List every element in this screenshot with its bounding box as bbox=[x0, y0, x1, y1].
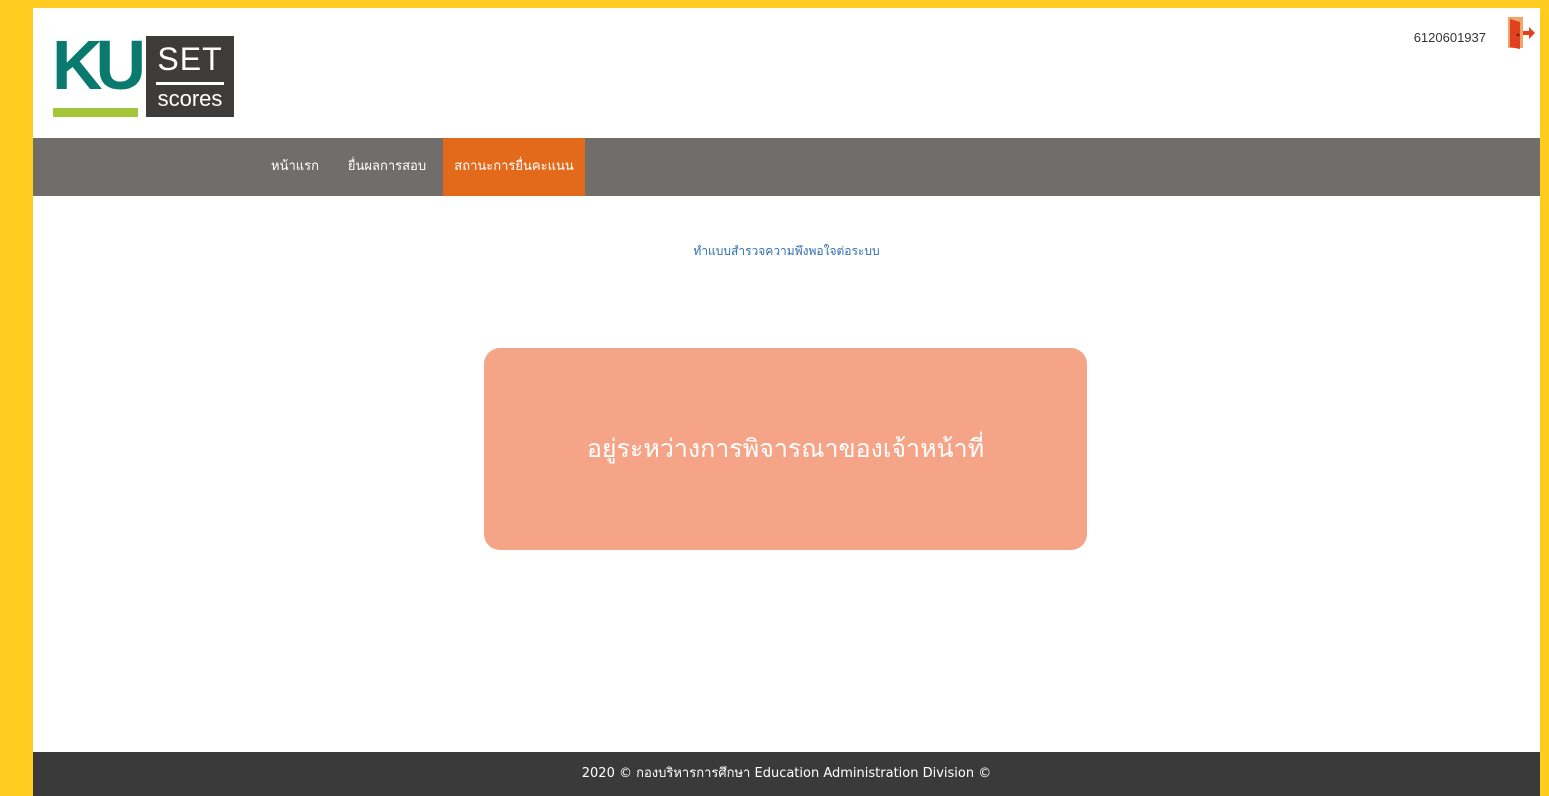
status-card: อยู่ระหว่างการพิจารณาของเจ้าหน้าที่ bbox=[484, 348, 1087, 550]
footer-copyright: 2020 © กองบริหารการศึกษา Education Admin… bbox=[581, 766, 992, 781]
footer: 2020 © กองบริหารการศึกษา Education Admin… bbox=[33, 752, 1540, 796]
status-text: อยู่ระหว่างการพิจารณาของเจ้าหน้าที่ bbox=[586, 434, 985, 463]
main-nav: หน้าแรก ยื่นผลการสอบ สถานะการยื่นคะแนน bbox=[33, 138, 1540, 196]
nav-item-home[interactable]: หน้าแรก bbox=[259, 138, 331, 196]
logo-underline bbox=[53, 108, 138, 117]
logo-ku-text: KU bbox=[52, 26, 146, 104]
logout-door-icon[interactable] bbox=[1506, 16, 1536, 50]
logo-divider bbox=[156, 82, 224, 85]
satisfaction-survey-link[interactable]: ทำแบบสำรวจความพึงพอใจต่อระบบ bbox=[33, 242, 1540, 261]
user-id: 6120601937 bbox=[1413, 30, 1486, 45]
nav-item-submission-status[interactable]: สถานะการยื่นคะแนน bbox=[443, 138, 585, 196]
logo-set-text: SET bbox=[157, 41, 223, 77]
nav-item-submit-score[interactable]: ยื่นผลการสอบ bbox=[337, 138, 437, 196]
ku-set-scores-logo[interactable]: KU SET scores bbox=[52, 26, 236, 120]
logo-scores-text: scores bbox=[157, 86, 223, 111]
header: KU SET scores 6120601937 bbox=[33, 8, 1540, 138]
app-frame: KU SET scores 6120601937 หน้าแรก ยื่นผลก… bbox=[33, 8, 1540, 796]
logo-set-box: SET scores bbox=[146, 36, 234, 117]
